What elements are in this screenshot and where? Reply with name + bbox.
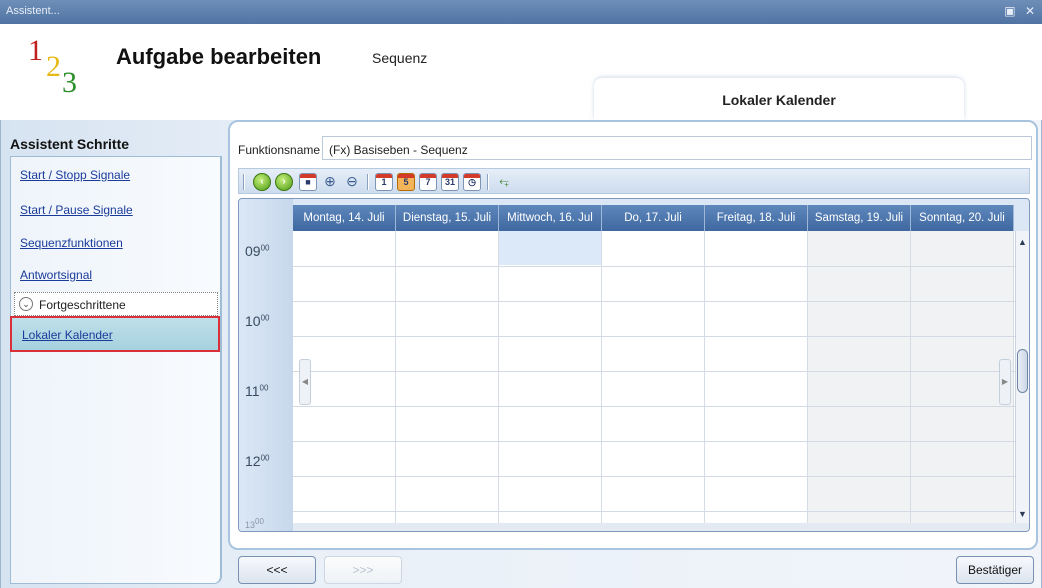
toolbar-separator bbox=[243, 174, 245, 190]
minute-value: 00 bbox=[260, 453, 270, 463]
chevron-down-icon: ⌄ bbox=[19, 297, 33, 311]
back-button[interactable]: <<< bbox=[238, 556, 316, 584]
hour-value: 09 bbox=[245, 243, 261, 259]
advanced-group-toggle[interactable]: ⌄ Fortgeschrittene bbox=[14, 292, 218, 316]
advanced-group-label: Fortgeschrittene bbox=[39, 298, 126, 312]
day-header[interactable]: Dienstag, 15. Juli bbox=[396, 205, 499, 231]
day-header[interactable]: Samstag, 19. Juli bbox=[808, 205, 911, 231]
hour-label: 1300 bbox=[245, 517, 264, 530]
calendar-grid[interactable] bbox=[293, 231, 1015, 523]
day-header[interactable]: Do, 17. Juli bbox=[602, 205, 705, 231]
day-header[interactable]: Freitag, 18. Juli bbox=[705, 205, 808, 231]
scroll-up-icon[interactable]: ▲ bbox=[1018, 237, 1027, 247]
calendar-view: Montag, 14. Juli Dienstag, 15. Juli Mittwo… bbox=[238, 198, 1030, 532]
minute-value: 00 bbox=[255, 517, 264, 526]
day-column[interactable] bbox=[808, 231, 911, 523]
step-local-calendar[interactable]: Lokaler Kalender bbox=[10, 316, 220, 352]
logo-digit-2: 2 bbox=[46, 50, 61, 83]
work-week-view-number: 5 bbox=[403, 177, 409, 187]
toolbar-separator bbox=[367, 174, 369, 190]
tab-local-calendar[interactable]: Lokaler Kalender bbox=[594, 78, 964, 120]
minute-value: 00 bbox=[260, 313, 270, 323]
expand-icon[interactable]: ⥆ bbox=[495, 173, 513, 191]
work-week-view-icon[interactable]: 5 bbox=[397, 173, 415, 191]
scroll-thumb[interactable] bbox=[1017, 349, 1028, 393]
steps-panel bbox=[10, 156, 222, 584]
hour-label: 1200 bbox=[245, 453, 269, 469]
page-title: Aufgabe bearbeiten bbox=[116, 44, 322, 69]
day-column[interactable] bbox=[602, 231, 705, 523]
time-slot-divider bbox=[293, 266, 1015, 267]
hour-label: 1100 bbox=[245, 383, 268, 399]
next-button[interactable]: >>> bbox=[324, 556, 402, 584]
step-start-pause[interactable]: Start / Pause Signale bbox=[20, 203, 133, 217]
timeline-view-icon[interactable]: ◷ bbox=[463, 173, 481, 191]
step-sequence-functions[interactable]: Sequenzfunktionen bbox=[20, 236, 123, 250]
wizard-logo-icon: 1 2 3 bbox=[26, 34, 96, 99]
confirm-button[interactable]: Bestätiger bbox=[956, 556, 1034, 584]
step-local-calendar-label: Lokaler Kalender bbox=[22, 328, 113, 342]
hour-value: 10 bbox=[245, 313, 261, 329]
hour-label: 1000 bbox=[245, 313, 269, 329]
toolbar-separator bbox=[487, 174, 489, 190]
day-header[interactable]: Sonntag, 20. Juli bbox=[911, 205, 1014, 231]
month-view-number: 31 bbox=[444, 177, 455, 187]
month-view-icon[interactable]: 31 bbox=[441, 173, 459, 191]
window-title: Assistent... bbox=[6, 5, 60, 17]
function-name-field[interactable]: (Fx) Basiseben - Sequenz bbox=[322, 136, 1032, 160]
tab-label: Lokaler Kalender bbox=[722, 92, 836, 108]
window-controls[interactable]: ▣ ✕ bbox=[1004, 4, 1038, 18]
zoom-out-icon[interactable]: ⊖ bbox=[343, 173, 361, 191]
day-column[interactable] bbox=[705, 231, 808, 523]
time-slot-divider bbox=[293, 336, 1015, 337]
hour-value: 12 bbox=[245, 453, 261, 469]
minute-value: 00 bbox=[260, 243, 270, 253]
step-start-stop[interactable]: Start / Stopp Signale bbox=[20, 168, 130, 182]
time-slot-divider bbox=[293, 301, 1015, 302]
hour-value: 13 bbox=[245, 520, 256, 530]
day-header[interactable]: Montag, 14. Juli bbox=[293, 205, 396, 231]
prev-appointment-icon[interactable]: ◀ bbox=[299, 359, 311, 405]
day-column[interactable] bbox=[499, 231, 602, 523]
time-slot-divider bbox=[293, 476, 1015, 477]
hour-value: 11 bbox=[245, 383, 260, 399]
next-appointment-icon[interactable]: ▶ bbox=[999, 359, 1011, 405]
calendar-toolbar: ‹ › ■ ⊕ ⊖ 1 5 7 31 ◷ ⥆ bbox=[238, 168, 1030, 194]
day-header[interactable]: Mittwoch, 16. Jul bbox=[499, 205, 602, 231]
vertical-scrollbar[interactable]: ▲ ▼ bbox=[1015, 231, 1029, 523]
today-icon[interactable]: ■ bbox=[299, 173, 317, 191]
week-view-number: 7 bbox=[425, 177, 431, 187]
week-view-icon[interactable]: 7 bbox=[419, 173, 437, 191]
zoom-in-icon[interactable]: ⊕ bbox=[321, 173, 339, 191]
time-slot-divider bbox=[293, 511, 1015, 512]
step-response-signal[interactable]: Antwortsignal bbox=[20, 268, 92, 282]
steps-title: Assistent Schritte bbox=[10, 136, 130, 152]
day-view-number: 1 bbox=[381, 177, 387, 187]
time-slot-divider bbox=[293, 406, 1015, 407]
logo-digit-1: 1 bbox=[28, 34, 43, 67]
day-view-icon[interactable]: 1 bbox=[375, 173, 393, 191]
title-bar: Assistent... ▣ ✕ bbox=[0, 0, 1042, 24]
back-circle-icon[interactable]: ‹ bbox=[253, 173, 271, 191]
minute-value: 00 bbox=[259, 383, 269, 393]
time-slot-divider bbox=[293, 371, 1015, 372]
horizontal-scrollbar[interactable] bbox=[293, 523, 1029, 531]
forward-circle-icon[interactable]: › bbox=[275, 173, 293, 191]
logo-digit-3: 3 bbox=[62, 66, 77, 99]
day-column[interactable] bbox=[396, 231, 499, 523]
page-subtitle: Sequenz bbox=[372, 50, 428, 66]
function-name-label: Funktionsname bbox=[238, 143, 321, 157]
hour-label: 0900 bbox=[245, 243, 269, 259]
time-slot-divider bbox=[293, 441, 1015, 442]
scroll-down-icon[interactable]: ▼ bbox=[1018, 509, 1027, 519]
